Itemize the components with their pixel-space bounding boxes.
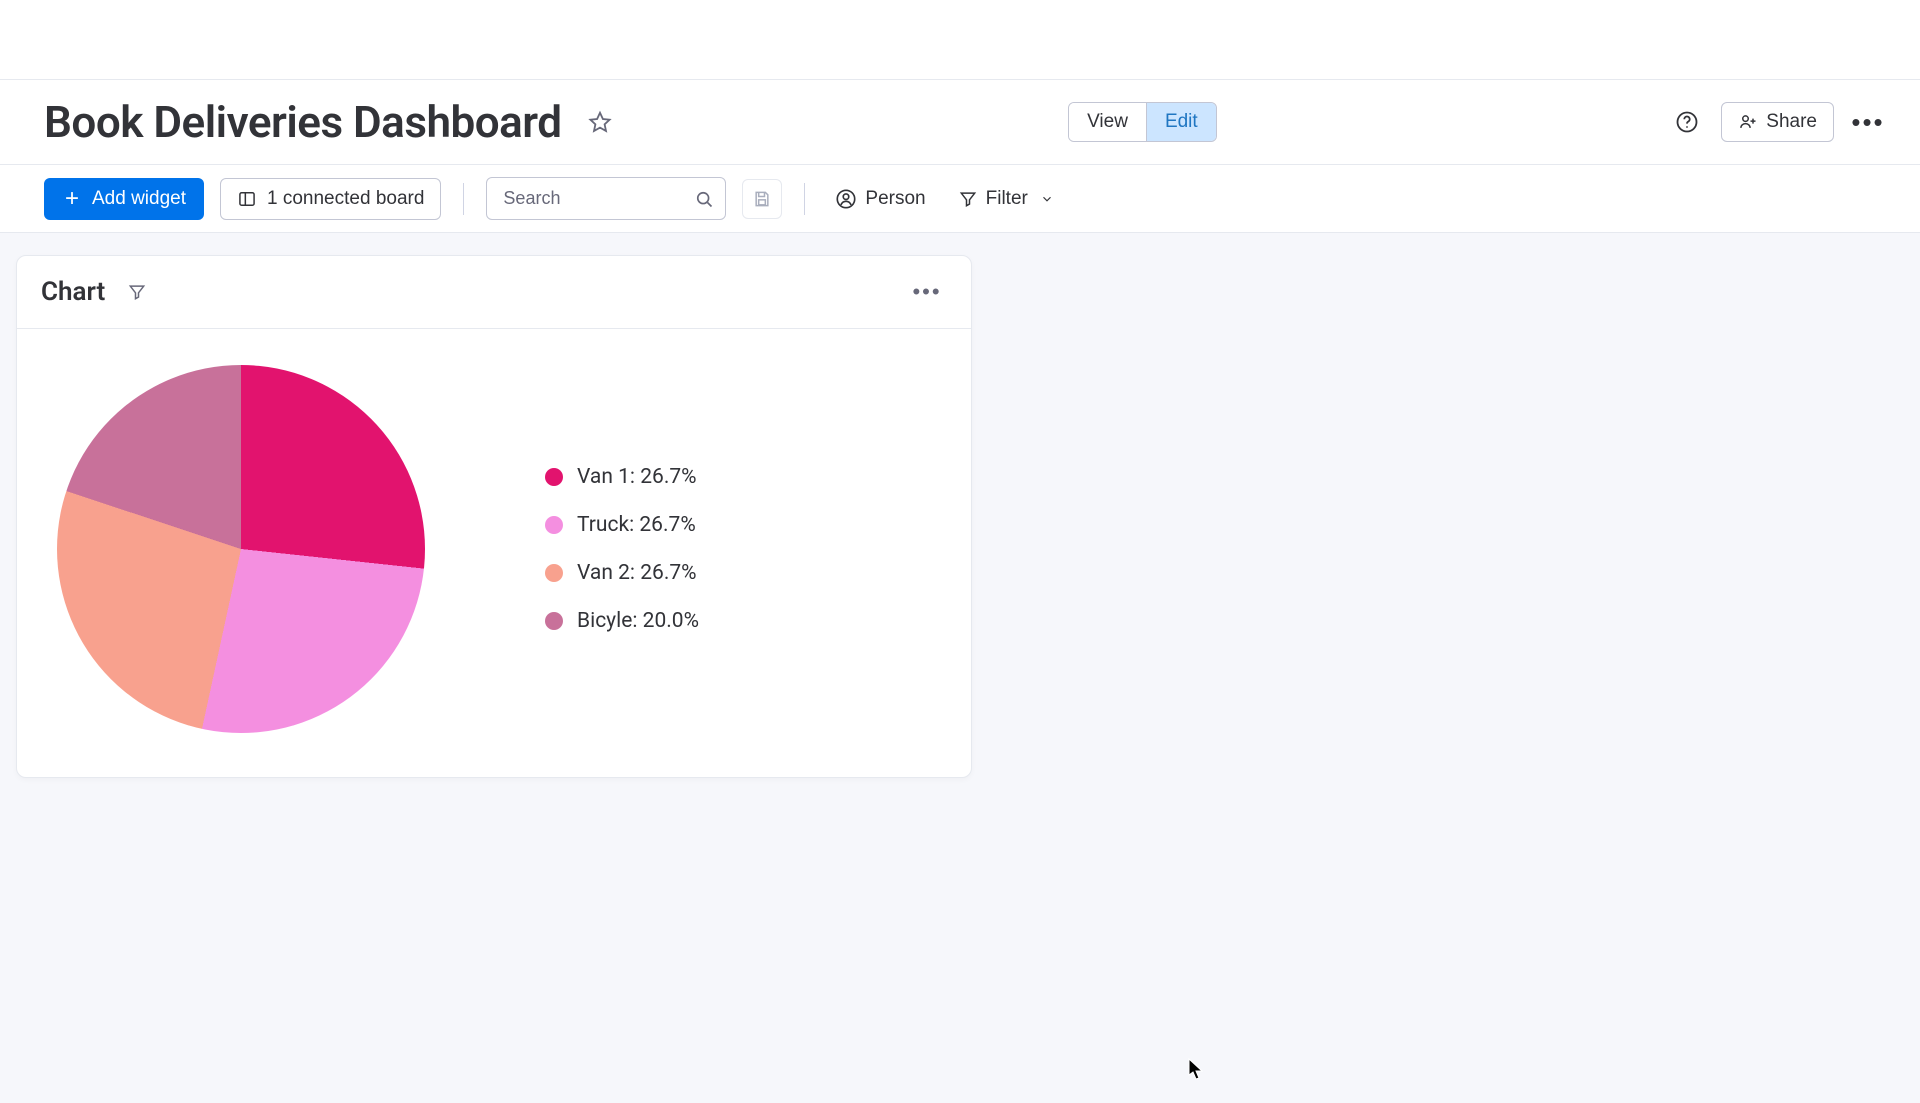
legend-label: Van 1: 26.7% — [577, 465, 697, 489]
filter-outline-icon — [127, 282, 147, 302]
person-label: Person — [865, 188, 925, 210]
person-filter-button[interactable]: Person — [827, 180, 933, 218]
legend-swatch — [545, 516, 563, 534]
widget-more-button[interactable]: ••• — [907, 272, 947, 312]
favorite-button[interactable] — [583, 105, 617, 139]
add-widget-button[interactable]: + Add widget — [44, 178, 204, 220]
legend-item: Van 1: 26.7% — [545, 465, 699, 489]
toolbar-divider — [463, 183, 464, 215]
plus-icon: + — [62, 189, 82, 209]
legend-swatch — [545, 612, 563, 630]
chevron-down-icon — [1040, 192, 1054, 206]
chart-widget[interactable]: Chart ••• Van 1: 26.7% Truck: 26.7% — [16, 255, 972, 778]
legend-swatch — [545, 468, 563, 486]
widget-title: Chart — [41, 277, 105, 307]
dashboard-toolbar: + Add widget 1 connected board Person Fi… — [0, 165, 1920, 233]
legend-label: Truck: 26.7% — [577, 513, 696, 537]
window-chrome-blank — [0, 0, 1920, 80]
filter-label: Filter — [986, 188, 1028, 210]
widget-filter-button[interactable] — [123, 278, 151, 306]
toolbar-divider-2 — [804, 183, 805, 215]
mode-toggle: View Edit — [1068, 102, 1217, 142]
add-widget-label: Add widget — [92, 188, 186, 210]
legend-label: Bicyle: 20.0% — [577, 609, 699, 633]
help-icon — [1675, 110, 1699, 134]
save-icon — [752, 189, 772, 209]
star-icon — [588, 110, 612, 134]
dashboard-header: Book Deliveries Dashboard View Edit Shar… — [0, 80, 1920, 165]
connected-boards-label: 1 connected board — [267, 188, 424, 210]
chart-legend: Van 1: 26.7% Truck: 26.7% Van 2: 26.7% B… — [545, 465, 699, 633]
header-more-button[interactable]: ••• — [1848, 102, 1888, 142]
connected-boards-button[interactable]: 1 connected board — [220, 178, 441, 220]
help-button[interactable] — [1667, 102, 1707, 142]
widget-body: Van 1: 26.7% Truck: 26.7% Van 2: 26.7% B… — [17, 329, 971, 777]
legend-item: Truck: 26.7% — [545, 513, 699, 537]
legend-item: Van 2: 26.7% — [545, 561, 699, 585]
share-button[interactable]: Share — [1721, 102, 1834, 142]
legend-label: Van 2: 26.7% — [577, 561, 697, 585]
legend-swatch — [545, 564, 563, 582]
person-icon — [835, 188, 857, 210]
page-title: Book Deliveries Dashboard — [44, 96, 561, 148]
save-view-button[interactable] — [742, 179, 782, 219]
legend-item: Bicyle: 20.0% — [545, 609, 699, 633]
filter-button[interactable]: Filter — [950, 180, 1062, 218]
board-icon — [237, 189, 257, 209]
share-label: Share — [1766, 111, 1817, 133]
dashboard-canvas[interactable]: Chart ••• Van 1: 26.7% Truck: 26.7% — [0, 233, 1920, 1103]
dots-horizontal-icon: ••• — [912, 279, 941, 305]
filter-icon — [958, 189, 978, 209]
widget-header: Chart ••• — [17, 256, 971, 329]
dots-horizontal-icon: ••• — [1851, 107, 1884, 138]
header-right: Share ••• — [1667, 102, 1888, 142]
search-wrap — [486, 177, 726, 220]
search-input[interactable] — [486, 177, 726, 220]
mode-edit-button[interactable]: Edit — [1146, 103, 1216, 141]
share-person-icon — [1738, 112, 1758, 132]
mode-view-button[interactable]: View — [1069, 103, 1146, 141]
pie-chart — [57, 365, 425, 733]
header-left: Book Deliveries Dashboard — [44, 96, 617, 148]
